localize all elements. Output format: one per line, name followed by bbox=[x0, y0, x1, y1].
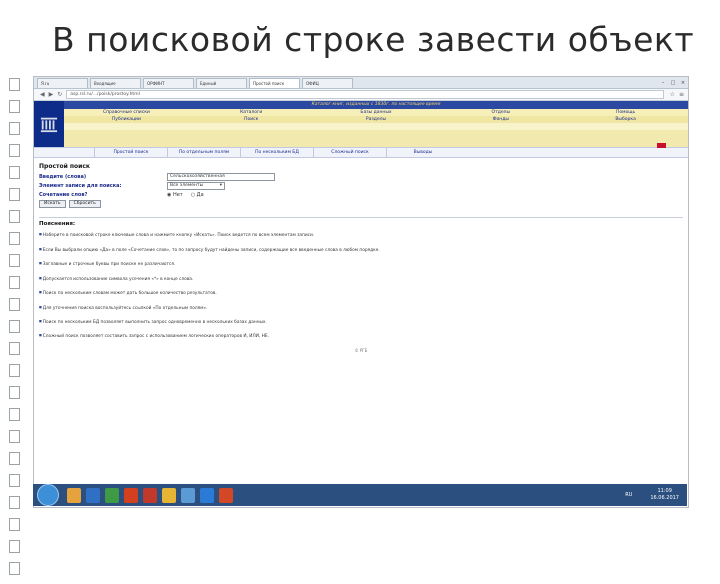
language-flag-icon[interactable] bbox=[657, 143, 666, 148]
slide-decoration bbox=[0, 78, 30, 584]
tab-simple-search[interactable]: Простой поиск bbox=[94, 148, 167, 157]
notes-title: Пояснения: bbox=[39, 221, 76, 227]
system-tray: RU 11:09 16.06.2017 bbox=[625, 488, 687, 502]
browser-window: Я.ru Входящие ОРФИНТ Единый Простой поис… bbox=[33, 76, 689, 508]
form-title: Простой поиск bbox=[39, 163, 90, 170]
combine-label: Сочетание слов? bbox=[39, 191, 88, 198]
tab-advanced-search[interactable]: Сложный поиск bbox=[313, 148, 386, 157]
radio-yes-label: Да bbox=[196, 191, 204, 198]
menu-spacer bbox=[64, 123, 688, 130]
note-item: Поиск по нескольким словам может дать бо… bbox=[39, 290, 683, 296]
tab-results[interactable]: Выводы bbox=[386, 148, 459, 157]
second-menu: Публикации Поиск Разделы Фонды Выборка bbox=[64, 116, 688, 123]
simple-search-form: Простой поиск Введите (слова) Сельскохоз… bbox=[34, 158, 688, 208]
clear-button[interactable]: Сбросить bbox=[68, 200, 101, 208]
clock-time: 11:09 bbox=[657, 488, 672, 494]
menu-item[interactable]: Базы данных bbox=[314, 109, 439, 116]
menu-item[interactable]: Справочные списки bbox=[64, 109, 189, 116]
acrobat-app-icon[interactable] bbox=[143, 487, 157, 503]
app-icon[interactable] bbox=[219, 487, 233, 503]
menu-item[interactable]: Поиск bbox=[189, 116, 314, 123]
minimize-button[interactable]: – bbox=[658, 79, 668, 88]
radio-yes[interactable]: ○ Да bbox=[191, 192, 204, 198]
browser-tab-active[interactable]: Простой поиск bbox=[249, 78, 300, 88]
site-header: Каталог книг, изданных с 1830г. по насто… bbox=[34, 101, 688, 148]
menu-icon[interactable]: ≡ bbox=[679, 91, 684, 98]
browser-tab[interactable]: ОРФИНТ bbox=[143, 78, 194, 88]
browser-tab[interactable]: Входящие bbox=[90, 78, 141, 88]
chrome-app-icon[interactable] bbox=[162, 487, 176, 503]
windows-taskbar: RU 11:09 16.06.2017 bbox=[33, 484, 687, 506]
note-item: Допускается использование символа усечен… bbox=[39, 276, 683, 282]
powerpoint-app-icon[interactable] bbox=[124, 487, 138, 503]
menu-item[interactable]: Каталоги bbox=[189, 109, 314, 116]
maximize-button[interactable]: □ bbox=[668, 79, 678, 88]
query-label: Введите (слова) bbox=[39, 173, 87, 180]
library-columns-icon bbox=[40, 117, 58, 133]
page-footer: © РГБ bbox=[354, 347, 368, 353]
url-input[interactable]: asp.rsl.ru/.../poisk/prostoy.html bbox=[66, 90, 664, 99]
browser-tab[interactable]: Единый bbox=[196, 78, 247, 88]
menu-item[interactable]: Фонды bbox=[438, 116, 563, 123]
note-item: Поиск по нескольким БД позволяет выполни… bbox=[39, 319, 683, 325]
tab-multi-db-search[interactable]: По нескольким БД bbox=[240, 148, 313, 157]
app-icon[interactable] bbox=[181, 487, 195, 503]
library-logo[interactable] bbox=[34, 101, 64, 147]
divider bbox=[39, 217, 683, 218]
browser-tab[interactable]: Я.ru bbox=[37, 78, 88, 88]
menu-item[interactable]: Выборка bbox=[563, 116, 688, 123]
clock-date: 16.06.2017 bbox=[650, 495, 679, 501]
note-item: Сложный поиск позволяет составить запрос… bbox=[39, 333, 683, 340]
start-button[interactable] bbox=[37, 484, 59, 506]
element-label: Элемент записи для поиска: bbox=[39, 182, 122, 189]
reload-icon[interactable]: ↻ bbox=[57, 91, 62, 98]
close-button[interactable]: × bbox=[678, 79, 688, 88]
skype-app-icon[interactable] bbox=[200, 487, 214, 503]
menu-item[interactable]: Разделы bbox=[314, 116, 439, 123]
note-item: Для уточнения поиска воспользуйтесь ссыл… bbox=[39, 305, 683, 311]
catalog-banner: Каталог книг, изданных с 1830г. по насто… bbox=[64, 101, 688, 109]
radio-no[interactable]: ◉ Нет bbox=[167, 192, 183, 198]
address-bar: ◀ ▶ ↻ asp.rsl.ru/.../poisk/prostoy.html … bbox=[34, 89, 688, 101]
menu-item[interactable]: Помощь bbox=[563, 109, 688, 116]
word-app-icon[interactable] bbox=[86, 487, 100, 503]
back-arrow-icon[interactable]: ◀ bbox=[40, 91, 45, 98]
header-filler bbox=[64, 130, 688, 147]
top-menu: Справочные списки Каталоги Базы данных О… bbox=[64, 109, 688, 116]
forward-arrow-icon[interactable]: ▶ bbox=[49, 91, 54, 98]
menu-item[interactable]: Публикации bbox=[64, 116, 189, 123]
search-mode-tabs: Простой поиск По отдельным полям По неск… bbox=[34, 147, 688, 158]
explorer-app-icon[interactable] bbox=[67, 487, 81, 503]
note-item: Если Вы выбрали опцию «Да» в поле «Сочет… bbox=[39, 247, 683, 253]
browser-tab-bar: Я.ru Входящие ОРФИНТ Единый Простой поис… bbox=[34, 77, 688, 89]
tab-field-search[interactable]: По отдельным полям bbox=[167, 148, 240, 157]
browser-tab[interactable]: ОФИЦ bbox=[302, 78, 353, 88]
search-button[interactable]: Искать bbox=[39, 200, 66, 208]
star-icon[interactable]: ☆ bbox=[670, 91, 675, 98]
note-item: Заглавные и строчные буквы при поиске не… bbox=[39, 261, 683, 267]
menu-item[interactable]: Отделы bbox=[438, 109, 563, 116]
search-input[interactable]: Сельскохозяйственная bbox=[167, 172, 275, 181]
slide-title: В поисковой строке завести объект bbox=[52, 20, 695, 59]
radio-no-label: Нет bbox=[172, 191, 183, 198]
note-item: Наберите в поисковой строке ключевые сло… bbox=[39, 232, 683, 238]
clock[interactable]: 11:09 16.06.2017 bbox=[650, 488, 679, 502]
explanations-section: Пояснения: Наберите в поисковой строке к… bbox=[34, 221, 688, 353]
excel-app-icon[interactable] bbox=[105, 487, 119, 503]
element-select[interactable]: Все элементы bbox=[167, 181, 225, 190]
language-indicator[interactable]: RU bbox=[625, 492, 632, 498]
